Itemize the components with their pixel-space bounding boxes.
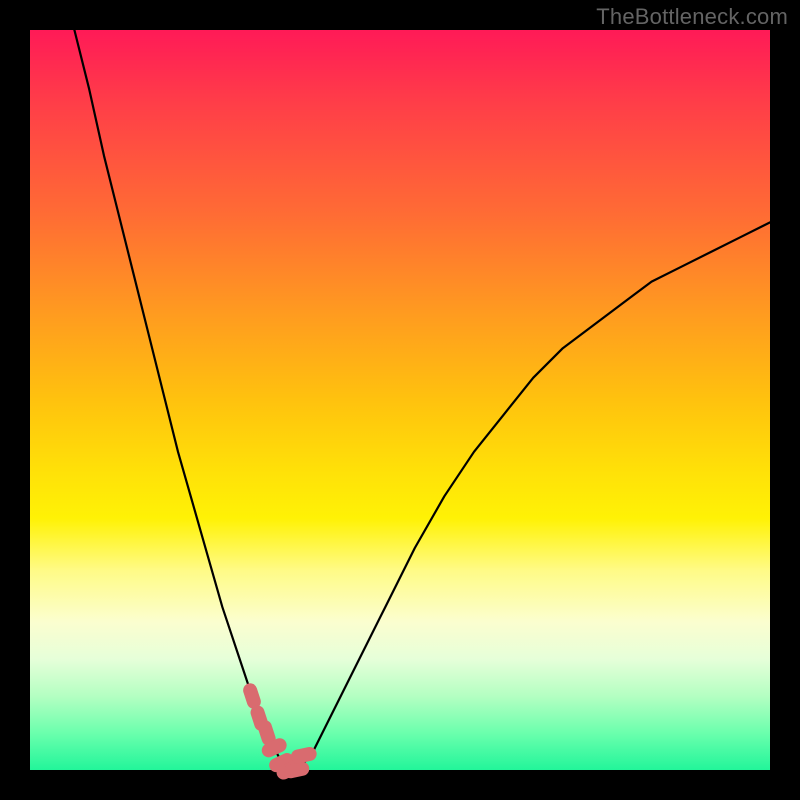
plot-area <box>30 30 770 770</box>
curve-line <box>74 30 770 770</box>
watermark-label: TheBottleneck.com <box>596 4 788 30</box>
marker-segment <box>241 681 318 781</box>
chart-frame: TheBottleneck.com <box>0 0 800 800</box>
chart-svg <box>30 30 770 770</box>
